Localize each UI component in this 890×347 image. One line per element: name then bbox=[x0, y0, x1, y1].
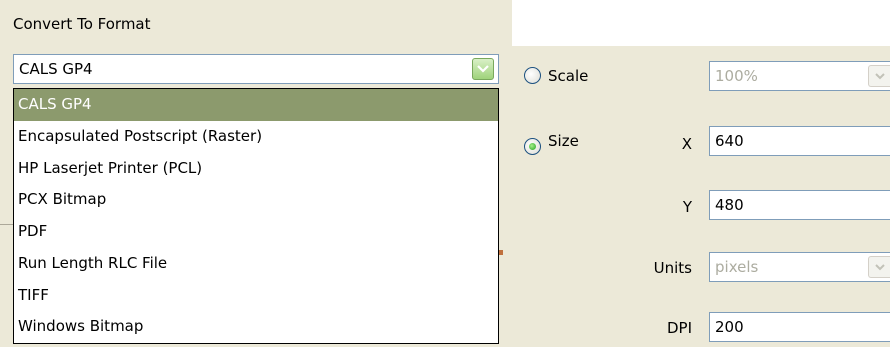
scale-label: Scale bbox=[548, 67, 589, 85]
dropdown-option[interactable]: TIFF bbox=[14, 280, 498, 312]
scale-value: 100% bbox=[715, 67, 758, 85]
dpi-input[interactable]: 200 bbox=[709, 312, 890, 342]
units-label: Units bbox=[653, 259, 692, 277]
dropdown-option[interactable]: PDF bbox=[14, 216, 498, 248]
dropdown-option[interactable]: Run Length RLC File bbox=[14, 248, 498, 280]
x-label: X bbox=[681, 135, 692, 153]
dropdown-option[interactable]: CALS GP4 bbox=[14, 89, 498, 121]
dpi-value: 200 bbox=[715, 318, 744, 336]
x-input[interactable]: 640 bbox=[709, 126, 890, 156]
dropdown-option[interactable]: PCX Bitmap bbox=[14, 184, 498, 216]
dropdown-option[interactable]: Windows Bitmap bbox=[14, 311, 498, 343]
chevron-down-icon[interactable] bbox=[472, 58, 494, 80]
dropdown-option[interactable]: HP Laserjet Printer (PCL) bbox=[14, 153, 498, 185]
y-label: Y bbox=[682, 198, 692, 216]
size-label: Size bbox=[548, 132, 579, 150]
units-dropdown[interactable]: pixels bbox=[709, 252, 890, 282]
format-selected-value: CALS GP4 bbox=[19, 60, 93, 78]
format-combobox[interactable]: CALS GP4 bbox=[13, 54, 499, 84]
scale-dropdown[interactable]: 100% bbox=[709, 61, 890, 91]
dpi-label: DPI bbox=[666, 319, 692, 337]
units-value: pixels bbox=[715, 258, 759, 276]
size-panel: Scale 100% Size X 640 Y 480 Units pixels… bbox=[512, 46, 890, 347]
divider bbox=[0, 224, 13, 225]
partial-mark bbox=[499, 250, 503, 255]
chevron-down-icon[interactable] bbox=[868, 256, 890, 278]
convert-format-label: Convert To Format bbox=[13, 15, 151, 33]
y-value: 480 bbox=[715, 196, 744, 214]
dropdown-option[interactable]: Encapsulated Postscript (Raster) bbox=[14, 121, 498, 153]
y-input[interactable]: 480 bbox=[709, 190, 890, 220]
format-dropdown-list[interactable]: CALS GP4 Encapsulated Postscript (Raster… bbox=[13, 88, 499, 344]
chevron-down-icon[interactable] bbox=[868, 65, 890, 87]
size-radio[interactable] bbox=[524, 138, 541, 155]
convert-format-panel: Convert To Format CALS GP4 CALS GP4 Enca… bbox=[0, 0, 512, 347]
x-value: 640 bbox=[715, 132, 744, 150]
scale-radio[interactable] bbox=[524, 67, 541, 84]
